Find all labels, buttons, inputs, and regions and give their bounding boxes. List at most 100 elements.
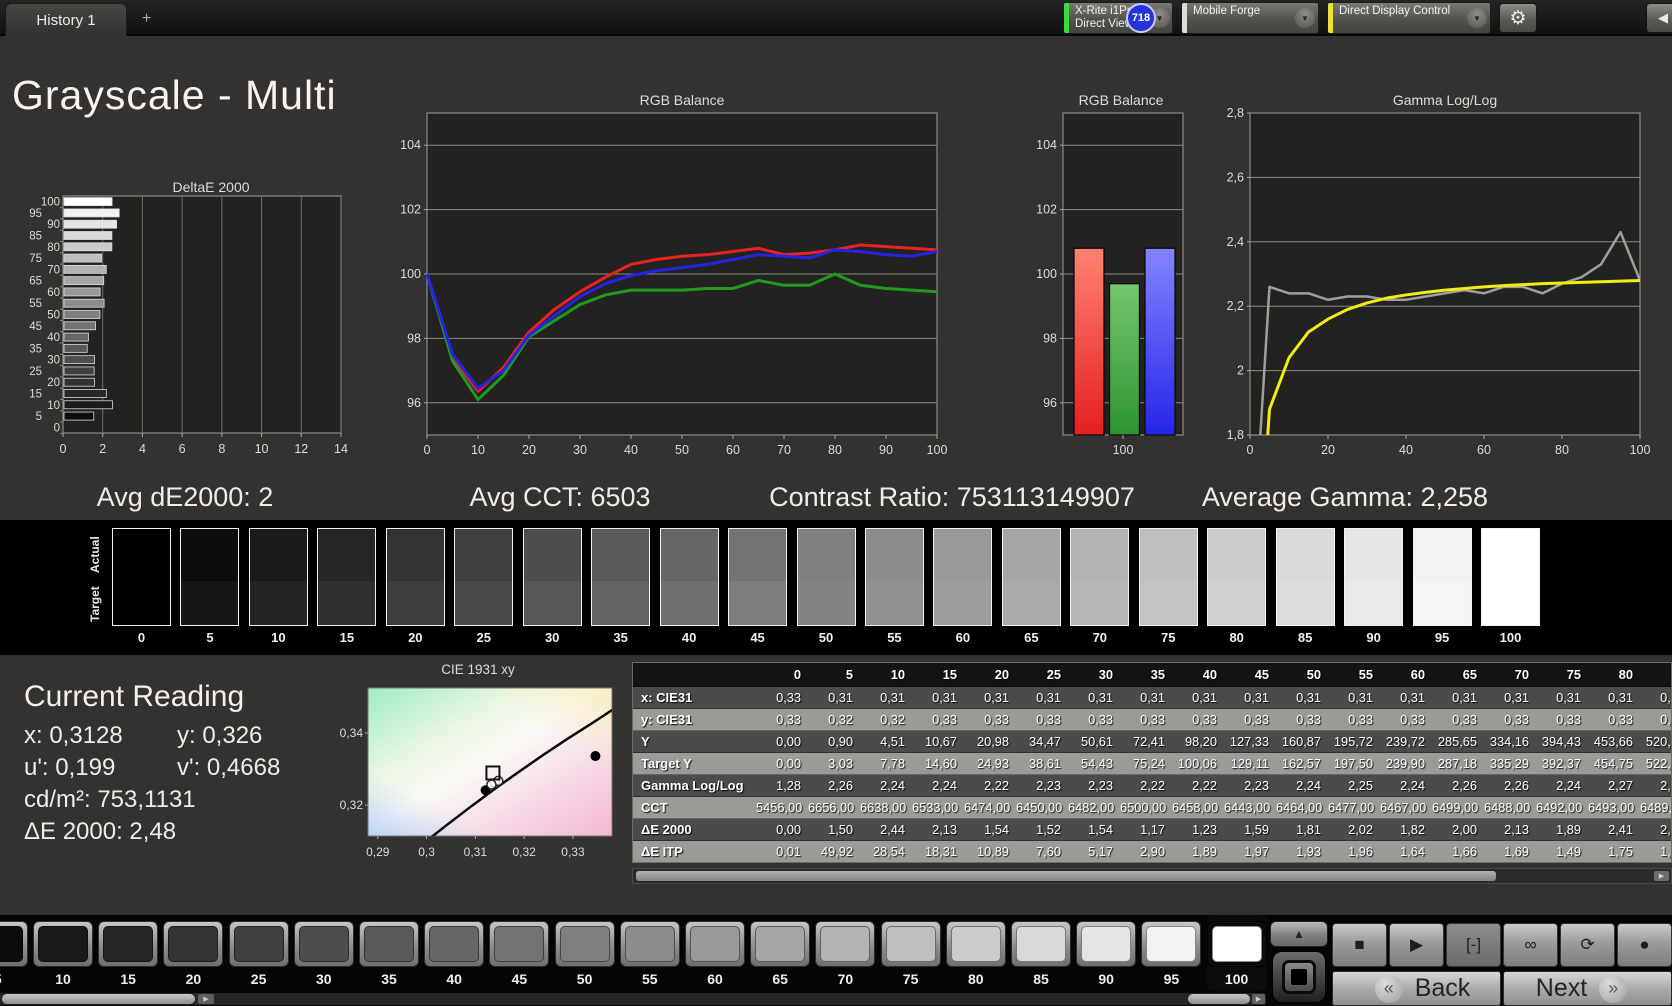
patch-swatch (559, 926, 610, 962)
table-cell: 2,23 (1036, 778, 1061, 793)
meter-dropdown-display-control[interactable]: Direct Display Control ▼ (1327, 2, 1491, 34)
patch-window-button[interactable] (1272, 951, 1326, 1003)
svg-text:2: 2 (1237, 364, 1244, 378)
svg-text:30: 30 (573, 443, 587, 457)
tab-history-1[interactable]: History 1 (5, 3, 127, 36)
swatch-target (386, 580, 444, 625)
column-header: 25 (1046, 667, 1061, 682)
patch-list-up-button[interactable]: ▲ (1270, 921, 1328, 947)
swatch-actual (1071, 529, 1129, 581)
scrollbar-thumb[interactable] (2, 994, 195, 1004)
table-cell: 522,52 (1645, 756, 1671, 771)
svg-text:96: 96 (407, 396, 421, 410)
table-cell: 10,89 (976, 844, 1009, 859)
table-cell: 6489,00 (1640, 800, 1672, 815)
patch-label: 40 (446, 971, 462, 987)
loop-button[interactable]: ∞ (1503, 923, 1558, 967)
patch-h-scrollbar[interactable]: ▶ ▶ (0, 993, 1266, 1005)
patch-label: 10 (55, 971, 71, 987)
patch-button-35[interactable]: 35 (359, 915, 419, 993)
svg-text:Gamma Log/Log: Gamma Log/Log (1393, 92, 1497, 108)
patch-button-65[interactable]: 65 (750, 915, 811, 993)
stop-button[interactable]: ■ (1332, 923, 1387, 967)
scroll-right-arrow-icon[interactable]: ▶ (198, 994, 214, 1004)
table-cell: 285,65 (1437, 734, 1477, 749)
next-button[interactable]: Next » (1503, 971, 1672, 1006)
svg-text:0,32: 0,32 (512, 845, 536, 859)
table-cell: 162,57 (1281, 756, 1321, 771)
table-h-scrollbar[interactable]: ▶ (632, 868, 1672, 884)
svg-text:2,8: 2,8 (1227, 106, 1244, 120)
patch-button-10[interactable]: 10 (33, 915, 93, 993)
scrollbar-thumb[interactable] (1188, 994, 1250, 1004)
patch-button-60[interactable]: 60 (685, 915, 745, 993)
play-button[interactable]: ▶ (1389, 923, 1444, 967)
patch-button-25[interactable]: 25 (228, 915, 289, 993)
table-cell: 1,28 (776, 778, 801, 793)
patch-button-15[interactable]: 15 (98, 915, 159, 993)
svg-text:2,2: 2,2 (1227, 299, 1244, 313)
table-cell: 0,33 (1192, 712, 1217, 727)
row-label: y: CIE31 (641, 712, 693, 727)
table-cell: 0,32 (828, 712, 853, 727)
scrollbar-thumb[interactable] (636, 871, 1496, 881)
swatch-actual (1208, 529, 1266, 581)
meter-dropdown-colorimeter[interactable]: X-Rite i1Pro 3 Direct View ▼ (1063, 2, 1173, 34)
patch-button-30[interactable]: 30 (293, 915, 354, 993)
swatch-actual (523, 529, 581, 581)
svg-text:65: 65 (29, 276, 42, 288)
table-cell: 1,69 (1504, 844, 1529, 859)
table-cell: 0,31 (1036, 690, 1061, 705)
swatch-label: 50 (818, 630, 834, 645)
back-button[interactable]: « Back (1332, 971, 1501, 1006)
svg-text:0,34: 0,34 (340, 726, 364, 740)
collapse-panel-button[interactable]: ◀ (1646, 3, 1672, 33)
patch-button-50[interactable]: 50 (554, 915, 615, 993)
stat-contrast-ratio: Contrast Ratio: 753113149907 (769, 482, 1135, 512)
patch-button-90[interactable]: 90 (1076, 915, 1137, 993)
table-cell: 0,31 (1348, 690, 1373, 705)
table-cell: 6482,00 (1068, 800, 1115, 815)
interval-button[interactable]: [-] (1446, 923, 1501, 967)
swatch-cell-10 (248, 528, 308, 626)
scroll-right-arrow-icon[interactable]: ▶ (1654, 871, 1669, 881)
swatch-cell-25 (454, 528, 514, 626)
settings-button[interactable]: ⚙ (1499, 3, 1537, 33)
patch-button-20[interactable]: 20 (163, 915, 224, 993)
chart-rgb-balance-line: RGB Balance 96 98 100 102 104 0 10 20 30 40 50 60 70 8… (394, 92, 950, 464)
row-label: x: CIE31 (641, 690, 693, 705)
patch-swatch-frame (1206, 921, 1267, 967)
record-button[interactable]: ● (1617, 923, 1672, 967)
patch-button-45[interactable]: 45 (489, 915, 550, 993)
patch-label: 75 (902, 971, 919, 987)
patch-button-85[interactable]: 85 (1011, 915, 1071, 993)
patch-swatch (820, 926, 871, 962)
patch-button-5[interactable]: 5 (0, 915, 28, 993)
svg-text:30: 30 (47, 355, 60, 367)
table-cell: 20,98 (976, 734, 1009, 749)
swatch-target (1071, 580, 1129, 625)
patch-button-40[interactable]: 40 (424, 915, 485, 993)
patch-label: 30 (316, 971, 332, 987)
stop-icon: ■ (1354, 935, 1365, 954)
refresh-button[interactable]: ⟳ (1560, 923, 1615, 967)
table-cell: 0,33 (1452, 712, 1477, 727)
table-cell: 38,61 (1028, 756, 1061, 771)
table-cell: 6467,00 (1380, 800, 1427, 815)
patch-button-80[interactable]: 80 (945, 915, 1006, 993)
patch-label: 85 (1033, 971, 1049, 987)
table-cell: 2,23 (1088, 778, 1113, 793)
patch-button-95[interactable]: 95 (1141, 915, 1202, 993)
table-cell: 0,33 (1296, 712, 1321, 727)
add-tab-button[interactable]: + (134, 6, 159, 31)
patch-button-75[interactable]: 75 (880, 915, 941, 993)
patch-button-70[interactable]: 70 (815, 915, 876, 993)
patch-button-55[interactable]: 55 (619, 915, 680, 993)
meter-dropdown-pattern-source[interactable]: Mobile Forge ▼ (1181, 2, 1319, 34)
scroll-right-arrow-icon[interactable]: ▶ (1252, 994, 1265, 1004)
patch-button-100[interactable]: 100 (1206, 915, 1267, 991)
table-cell: 1,93 (1296, 844, 1321, 859)
table-cell: 1,81 (1296, 822, 1321, 837)
table-cell: 0,33 (1660, 712, 1671, 727)
svg-text:104: 104 (400, 138, 421, 152)
